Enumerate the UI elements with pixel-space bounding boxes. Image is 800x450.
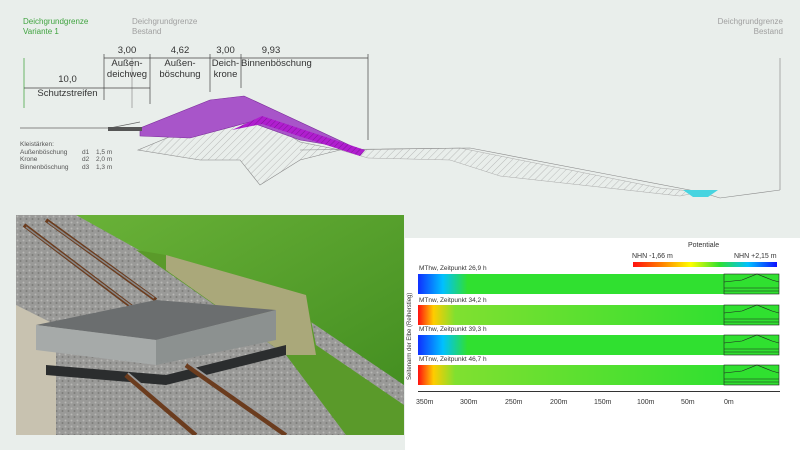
thickness-row: Binnenböschung d3 1,3 m bbox=[20, 163, 113, 171]
dim-crest-value: 3,00 bbox=[216, 45, 235, 56]
dim-inner-slope: 9,93 Binnenböschung bbox=[241, 45, 312, 69]
thickness-row: Krone d2 2,0 m bbox=[20, 156, 113, 163]
x-tick-label: 0m bbox=[724, 399, 734, 406]
x-tick-label: 200m bbox=[550, 399, 568, 406]
x-tick-label: 150m bbox=[594, 399, 612, 406]
x-tick-label: 350m bbox=[416, 399, 434, 406]
dim-outer-slope-line2: böschung bbox=[159, 69, 201, 80]
dim-outer-path-value: 3,00 bbox=[117, 45, 137, 56]
x-tick-label: 100m bbox=[637, 399, 655, 406]
row-label: MThw, Zeitpunkt 26,9 h bbox=[419, 265, 487, 272]
dim-crest: 3,00 Deich- krone bbox=[210, 45, 241, 80]
potential-strip bbox=[418, 365, 728, 385]
legend-max-label: NHN +2,15 m bbox=[734, 253, 777, 260]
legend-title: Potentiale bbox=[688, 242, 720, 249]
row-label: MTnw, Zeitpunkt 34,2 h bbox=[419, 297, 487, 304]
x-axis-line bbox=[418, 391, 780, 392]
road-surface bbox=[108, 127, 142, 131]
x-tick-label: 50m bbox=[681, 399, 695, 406]
row-label: MThw, Zeitpunkt 39,3 h bbox=[419, 326, 487, 333]
thickness-table: Kleistärken: Außenböschung d1 1,5 m Krone d… bbox=[20, 141, 112, 171]
x-tick-label: 300m bbox=[460, 399, 478, 406]
dike-profile-miniatures bbox=[723, 273, 780, 386]
railway-3d-view bbox=[16, 215, 404, 435]
dim-inner-slope-label: Binnenböschung bbox=[241, 58, 312, 69]
thickness-title: Kleistärken: bbox=[20, 141, 54, 148]
y-axis-label: Seitenarm der Elbe (Reiherstieg) bbox=[407, 292, 413, 380]
dim-crest-line2: krone bbox=[213, 69, 238, 80]
dim-outer-slope-line1: Außen- bbox=[164, 58, 196, 69]
dim-inner-slope-value: 9,93 bbox=[261, 45, 281, 56]
dim-outer-path-line2: deichweg bbox=[106, 69, 148, 80]
legend-color-bar bbox=[633, 262, 777, 267]
potential-strip bbox=[418, 335, 728, 355]
dim-outer-slope: 4,62 Außen- böschung bbox=[150, 45, 210, 80]
x-tick-label: 250m bbox=[505, 399, 523, 406]
legend-min-label: NHN -1,66 m bbox=[632, 253, 673, 260]
dim-protection-label: Schutzstreifen bbox=[37, 88, 98, 99]
potential-strip bbox=[418, 305, 728, 325]
dim-outer-path-line1: Außen- bbox=[111, 58, 143, 69]
dim-outer-slope-value: 4,62 bbox=[170, 45, 190, 56]
dim-crest-line1: Deich- bbox=[211, 58, 240, 69]
existing-dike-lower bbox=[339, 147, 701, 197]
potential-strip bbox=[418, 274, 728, 294]
thickness-row: Außenböschung d1 1,5 m bbox=[20, 148, 113, 156]
dim-outer-path: 3,00 Außen- deichweg bbox=[104, 45, 150, 80]
dim-protection-value: 10,0 bbox=[58, 74, 77, 85]
dim-protection-strip: 10,0 Schutzstreifen bbox=[30, 74, 105, 99]
row-label: MTnw, Zeitpunkt 46,7 h bbox=[419, 356, 487, 363]
